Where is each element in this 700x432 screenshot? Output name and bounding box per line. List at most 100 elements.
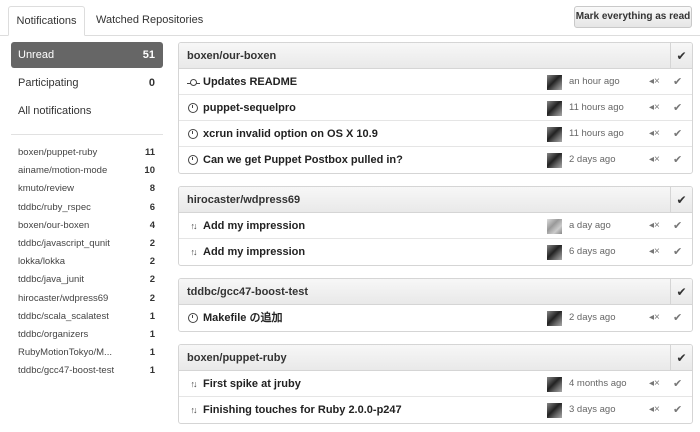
repo-name: tddbc/ruby_rspec [18, 201, 91, 213]
tab-notifications[interactable]: Notifications [8, 6, 85, 36]
sidebar-repo-item[interactable]: tddbc/ruby_rspec 6 [11, 199, 163, 217]
notification-item[interactable]: ↑↓ Finishing touches for Ruby 2.0.0-p247 3… [179, 397, 692, 423]
issue-icon [186, 153, 200, 167]
check-icon[interactable]: ✔ [673, 69, 682, 95]
check-icon[interactable]: ✔ [673, 121, 682, 147]
check-icon[interactable]: ✔ [673, 239, 682, 265]
check-icon[interactable]: ✔ [673, 371, 682, 397]
notification-time: 6 days ago [569, 246, 616, 257]
avatar [547, 219, 562, 234]
sidebar-repo-item[interactable]: tddbc/javascript_qunit 2 [11, 235, 163, 253]
repo-name: tddbc/java_junit [18, 274, 85, 286]
repo-list: boxen/puppet-ruby 11 ainame/motion-mode 10 k… [11, 144, 163, 380]
repo-count: 2 [149, 256, 155, 268]
sidebar-repo-item[interactable]: RubyMotionTokyo/M... 1 [11, 344, 163, 362]
issue-icon [186, 311, 200, 325]
sidebar-repo-item[interactable]: lokka/lokka 2 [11, 253, 163, 271]
sidebar-repo-item[interactable]: tddbc/gcc47-boost-test 1 [11, 362, 163, 380]
mute-icon[interactable]: ◂× [649, 95, 660, 121]
mute-icon[interactable]: ◂× [649, 397, 660, 423]
notification-item[interactable]: puppet-sequelpro 11 hours ago ◂× ✔ [179, 95, 692, 121]
group-repo-name[interactable]: boxen/puppet-ruby [187, 352, 287, 364]
check-icon[interactable]: ✔ [673, 213, 682, 239]
mark-all-read-button[interactable]: Mark everything as read [574, 6, 692, 28]
mark-repo-read-check-icon[interactable]: ✔ [670, 279, 692, 304]
notification-time: 2 days ago [569, 154, 616, 165]
notification-item[interactable]: Makefile の追加 2 days ago ◂× ✔ [179, 305, 692, 331]
notification-title[interactable]: Makefile の追加 [203, 305, 282, 331]
filter-all-notifications[interactable]: All notifications [11, 98, 163, 124]
repo-count: 1 [149, 328, 155, 340]
group-repo-name[interactable]: hirocaster/wdpress69 [187, 194, 300, 206]
repo-count: 1 [149, 310, 155, 322]
notification-title[interactable]: Updates README [203, 69, 297, 95]
repo-name: lokka/lokka [18, 256, 65, 268]
notification-title[interactable]: First spike at jruby [203, 371, 301, 397]
sidebar-repo-item[interactable]: tddbc/scala_scalatest 1 [11, 308, 163, 326]
filter-label: Participating [18, 77, 79, 89]
notification-time: an hour ago [569, 76, 620, 87]
sidebar-divider [11, 134, 163, 135]
notification-title[interactable]: Add my impression [203, 213, 305, 239]
repo-name: RubyMotionTokyo/M... [18, 347, 112, 359]
repo-count: 11 [144, 147, 155, 158]
sidebar-repo-item[interactable]: tddbc/organizers 1 [11, 326, 163, 344]
filter-participating[interactable]: Participating 0 [11, 70, 163, 96]
notification-tabs: Notifications Watched Repositories Mark … [0, 0, 700, 36]
mute-icon[interactable]: ◂× [649, 239, 660, 265]
mute-icon[interactable]: ◂× [649, 371, 660, 397]
mute-icon[interactable]: ◂× [649, 121, 660, 147]
mute-icon[interactable]: ◂× [649, 69, 660, 95]
avatar [547, 245, 562, 260]
sidebar-repo-item[interactable]: boxen/our-boxen 4 [11, 217, 163, 235]
mute-icon[interactable]: ◂× [649, 305, 660, 331]
tab-watched-repositories[interactable]: Watched Repositories [88, 6, 211, 36]
repo-name: hirocaster/wdpress69 [18, 292, 109, 304]
notification-item[interactable]: xcrun invalid option on OS X 10.9 11 hour… [179, 121, 692, 147]
group-header: hirocaster/wdpress69 ✔ [179, 187, 692, 213]
check-icon[interactable]: ✔ [673, 397, 682, 423]
pull-request-icon: ↑↓ [190, 405, 198, 415]
mark-repo-read-check-icon[interactable]: ✔ [670, 187, 692, 212]
repo-count: 8 [149, 183, 155, 195]
mark-repo-read-check-icon[interactable]: ✔ [670, 43, 692, 68]
notification-title[interactable]: xcrun invalid option on OS X 10.9 [203, 121, 378, 147]
check-icon[interactable]: ✔ [673, 147, 682, 173]
notification-title[interactable]: Add my impression [203, 239, 305, 265]
notification-item[interactable]: Can we get Puppet Postbox pulled in? 2 da… [179, 147, 692, 173]
check-icon[interactable]: ✔ [673, 305, 682, 331]
notification-title[interactable]: puppet-sequelpro [203, 95, 296, 121]
mute-icon[interactable]: ◂× [649, 147, 660, 173]
group-repo-name[interactable]: boxen/our-boxen [187, 50, 276, 62]
notification-group: tddbc/gcc47-boost-test ✔ Makefile の追加 2 day… [178, 278, 693, 332]
avatar [547, 311, 562, 326]
notification-title[interactable]: Finishing touches for Ruby 2.0.0-p247 [203, 397, 402, 423]
avatar [547, 377, 562, 392]
repo-count: 2 [149, 274, 155, 286]
sidebar-repo-item[interactable]: tddbc/java_junit 2 [11, 271, 163, 289]
mark-repo-read-check-icon[interactable]: ✔ [670, 345, 692, 370]
repo-count: 2 [149, 237, 155, 249]
notification-title[interactable]: Can we get Puppet Postbox pulled in? [203, 147, 403, 173]
commit-icon [186, 75, 200, 89]
notification-item[interactable]: Updates README an hour ago ◂× ✔ [179, 69, 692, 95]
sidebar-repo-item[interactable]: kmuto/review 8 [11, 180, 163, 198]
check-icon[interactable]: ✔ [673, 95, 682, 121]
repo-count: 1 [149, 347, 155, 359]
notification-item[interactable]: ↑↓ Add my impression 6 days ago ◂× ✔ [179, 239, 692, 265]
mute-icon[interactable]: ◂× [649, 213, 660, 239]
filter-unread[interactable]: Unread 51 [11, 42, 163, 68]
notification-groups: boxen/our-boxen ✔ Updates README an hour ag… [178, 42, 693, 432]
filter-label: All notifications [18, 105, 92, 117]
filter-count: 51 [142, 49, 155, 61]
sidebar-repo-item[interactable]: hirocaster/wdpress69 2 [11, 290, 163, 308]
notification-item[interactable]: ↑↓ Add my impression a day ago ◂× ✔ [179, 213, 692, 239]
sidebar-repo-item[interactable]: boxen/puppet-ruby 11 [11, 144, 163, 162]
group-repo-name[interactable]: tddbc/gcc47-boost-test [187, 286, 308, 298]
notification-item[interactable]: ↑↓ First spike at jruby 4 months ago ◂× ✔ [179, 371, 692, 397]
repo-name: ainame/motion-mode [18, 165, 108, 177]
issue-icon [186, 127, 200, 141]
repo-name: tddbc/scala_scalatest [18, 310, 109, 322]
notification-time: 11 hours ago [569, 128, 624, 139]
sidebar-repo-item[interactable]: ainame/motion-mode 10 [11, 162, 163, 180]
